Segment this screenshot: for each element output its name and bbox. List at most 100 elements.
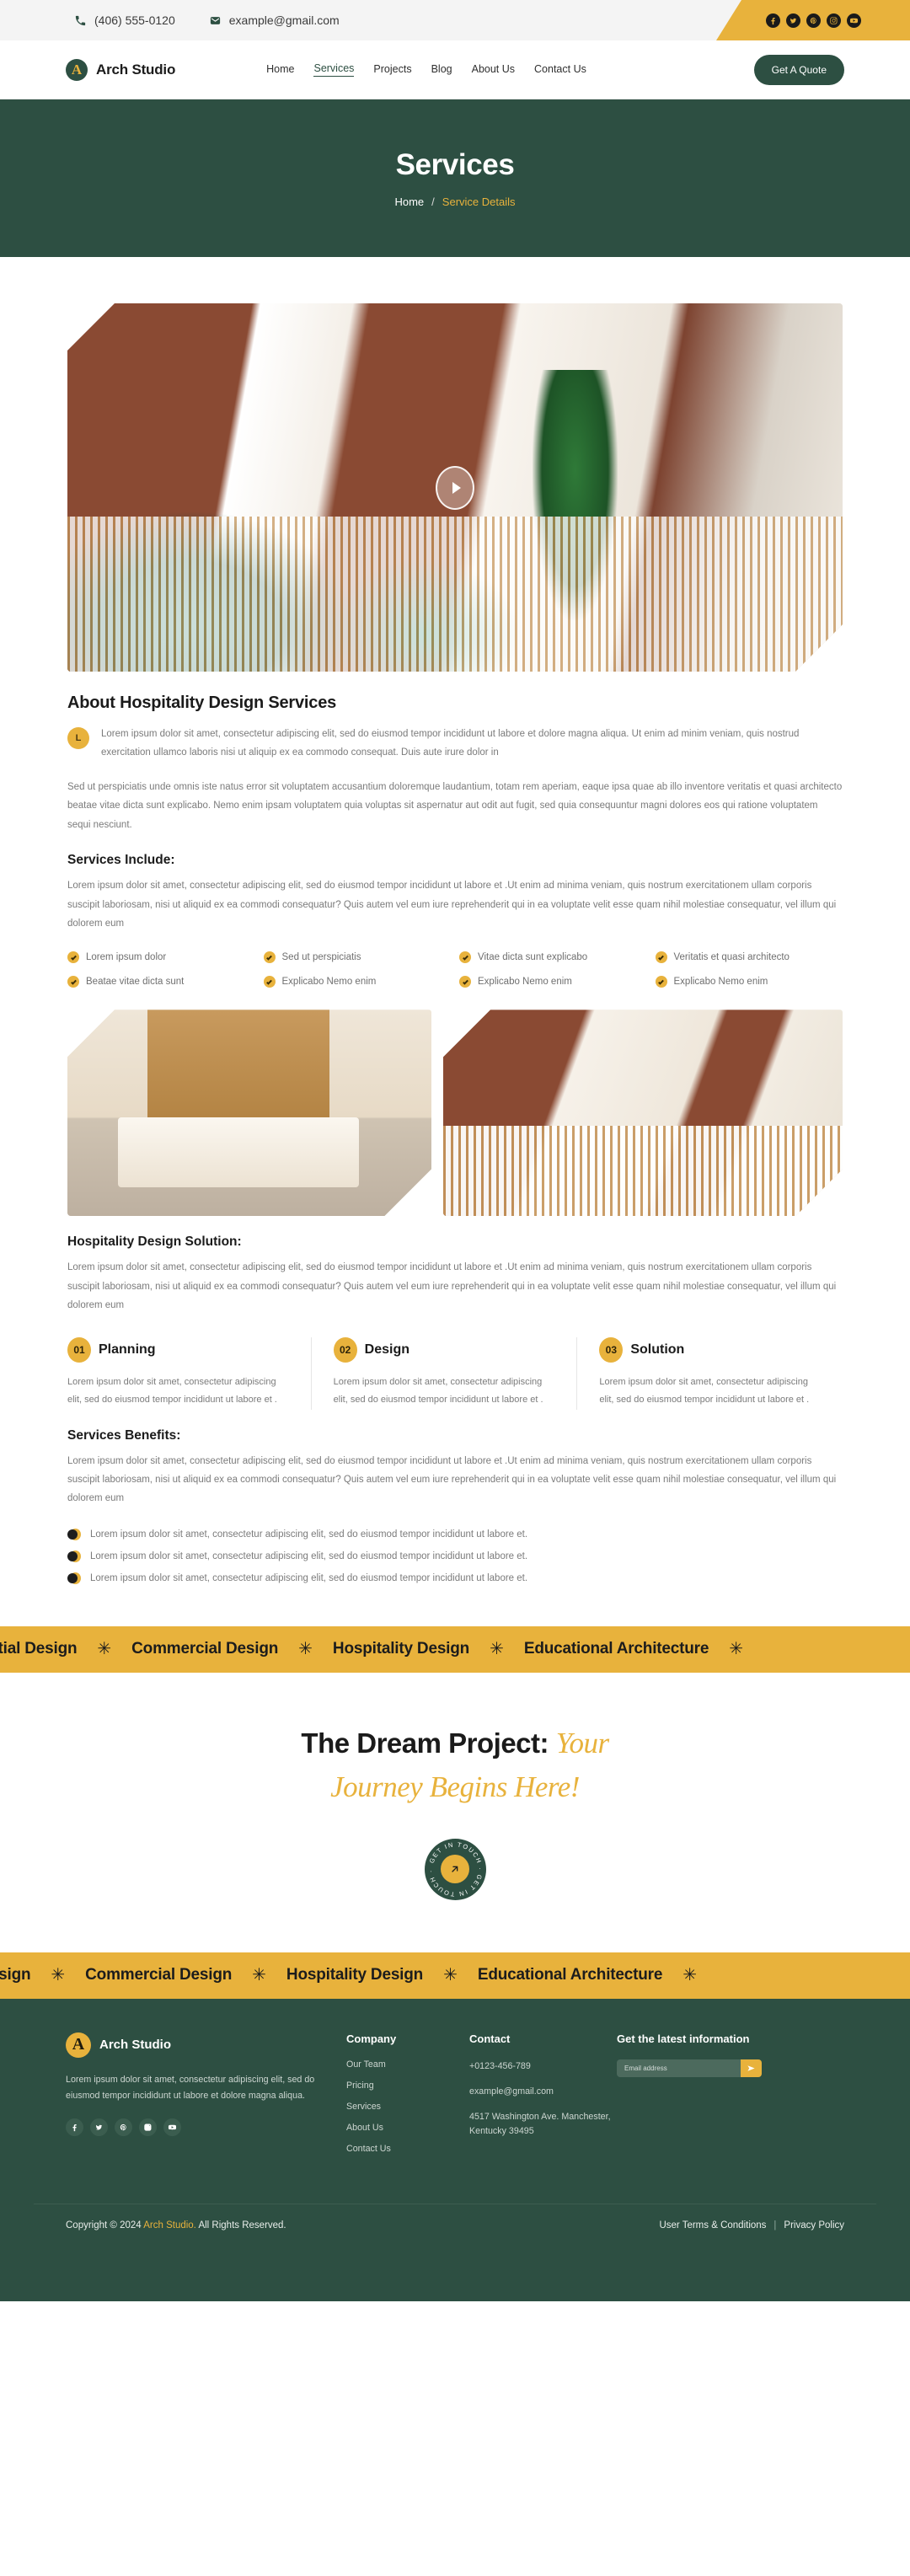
- footer-newsletter-column: Get the latest information: [617, 2032, 844, 2165]
- topbar-phone[interactable]: (406) 555-0120: [74, 13, 175, 27]
- newsletter-email-input[interactable]: [617, 2059, 741, 2077]
- check-icon: [655, 976, 667, 988]
- check-icon: [655, 951, 667, 964]
- check-item: Veritatis et quasi architecto: [655, 951, 843, 964]
- cta-title-accent-2: Journey Begins Here!: [330, 1770, 580, 1804]
- nav-item-home[interactable]: Home: [266, 63, 294, 77]
- check-item: Sed ut perspiciatis: [263, 951, 452, 964]
- benefit-label: Lorem ipsum dolor sit amet, consectetur …: [90, 1572, 528, 1583]
- solution-steps: 01 Planning Lorem ipsum dolor sit amet, …: [67, 1336, 843, 1410]
- step-header: 01 Planning: [67, 1336, 289, 1363]
- phone-icon: [74, 14, 87, 27]
- step-number-badge: 01: [67, 1336, 91, 1363]
- footer-link-contact-us[interactable]: Contact Us: [346, 2144, 446, 2154]
- footer-bottom-spacer: [0, 2250, 910, 2301]
- plant-decoration: [533, 370, 618, 620]
- footer-brand[interactable]: A Arch Studio: [66, 2032, 323, 2058]
- nav-item-blog[interactable]: Blog: [431, 63, 452, 77]
- marquee-item: Hospitality Design: [332, 1640, 470, 1658]
- copyright-pre: Copyright © 2024: [66, 2220, 144, 2231]
- check-label: Explicabo Nemo enim: [478, 977, 572, 988]
- star-icon: ✳: [51, 1966, 66, 1985]
- footer-phone[interactable]: +0123-456-789: [469, 2059, 617, 2074]
- nav-item-services[interactable]: Services: [313, 62, 355, 77]
- legal-links: User Terms & Conditions | Privacy Policy: [659, 2220, 844, 2231]
- footer-address: 4517 Washington Ave. Manchester, Kentuck…: [469, 2112, 611, 2137]
- step-planning: 01 Planning Lorem ipsum dolor sit amet, …: [67, 1336, 311, 1410]
- star-icon: ✳: [682, 1966, 697, 1985]
- brand-logo[interactable]: A Arch Studio: [66, 58, 176, 81]
- check-item: Lorem ipsum dolor: [67, 951, 255, 964]
- step-design: 02 Design Lorem ipsum dolor sit amet, co…: [310, 1336, 577, 1410]
- marquee-track: Residential Design ✳ Commercial Design ✳…: [0, 1640, 743, 1658]
- check-icon: [459, 951, 471, 964]
- marquee-item: Residential Design: [0, 1640, 78, 1658]
- step-text: Lorem ipsum dolor sit amet, consectetur …: [333, 1376, 543, 1406]
- site-footer: A Arch Studio Lorem ipsum dolor sit amet…: [0, 1998, 910, 2301]
- topbar-email[interactable]: example@gmail.com: [209, 13, 340, 27]
- step-title: Solution: [630, 1342, 685, 1357]
- pinterest-icon[interactable]: [115, 2118, 132, 2137]
- reception-photo: [443, 1010, 843, 1216]
- check-label: Lorem ipsum dolor: [86, 952, 167, 963]
- footer-contact-column: Contact +0123-456-789 example@gmail.com …: [469, 2032, 617, 2165]
- check-item: Vitae dicta sunt explicabo: [459, 951, 647, 964]
- logo-mark-icon: A: [66, 58, 88, 81]
- marquee-banner-bottom: Residential Design ✳ Commercial Design ✳…: [0, 1952, 910, 1999]
- youtube-icon[interactable]: [163, 2118, 181, 2137]
- about-paragraph-2: Sed ut perspiciatis unde omnis iste natu…: [67, 781, 843, 830]
- crescent-bullet-icon: [67, 1550, 81, 1562]
- breadcrumb-home[interactable]: Home: [394, 195, 424, 208]
- copyright-text: Copyright © 2024 Arch Studio. All Rights…: [66, 2220, 286, 2231]
- marquee-banner-top: Residential Design ✳ Commercial Design ✳…: [0, 1625, 910, 1673]
- terms-link[interactable]: User Terms & Conditions: [659, 2220, 766, 2231]
- step-number-badge: 02: [333, 1336, 357, 1363]
- footer-link-about-us[interactable]: About Us: [346, 2123, 446, 2133]
- page-title: Services: [395, 148, 515, 181]
- bedroom-photo: [67, 1010, 431, 1216]
- nav-item-about-us[interactable]: About Us: [472, 63, 515, 77]
- crescent-bullet-icon: [67, 1572, 81, 1584]
- footer-link-our-team[interactable]: Our Team: [346, 2059, 446, 2070]
- nav-item-projects[interactable]: Projects: [373, 63, 411, 77]
- topbar-email-text: example@gmail.com: [228, 13, 340, 27]
- bedroom-photo-art: [67, 1010, 431, 1216]
- facebook-icon[interactable]: [66, 2118, 83, 2137]
- play-button[interactable]: [436, 466, 474, 510]
- cta-title-plain: The Dream Project:: [301, 1727, 556, 1759]
- svg-text:GET IN TOUCH · GET IN TOUCH ·: GET IN TOUCH · GET IN TOUCH ·: [426, 1840, 484, 1898]
- check-icon: [67, 951, 79, 964]
- footer-company-column: Company Our Team Pricing Services About …: [346, 2032, 446, 2165]
- cta-title: The Dream Project: Your Journey Begins He…: [0, 1722, 910, 1810]
- footer-link-services[interactable]: Services: [346, 2102, 446, 2112]
- brand-name: Arch Studio: [96, 61, 176, 78]
- nav-item-contact-us[interactable]: Contact Us: [534, 63, 586, 77]
- footer-contact-heading: Contact: [469, 2032, 511, 2045]
- check-item: Beatae vitae dicta sunt: [67, 976, 255, 988]
- footer-link-pricing[interactable]: Pricing: [346, 2081, 446, 2091]
- get-in-touch-badge[interactable]: GET IN TOUCH · GET IN TOUCH ·: [424, 1838, 486, 1900]
- star-icon: ✳: [252, 1966, 266, 1985]
- newsletter-submit-button[interactable]: [741, 2059, 762, 2077]
- crescent-bullet-icon: [67, 1528, 81, 1540]
- newsletter-heading: Get the latest information: [617, 2032, 750, 2045]
- instagram-icon[interactable]: [139, 2118, 157, 2137]
- breadcrumb: Home / Service Details: [394, 195, 515, 208]
- check-label: Beatae vitae dicta sunt: [86, 977, 185, 988]
- step-number-badge: 03: [599, 1336, 624, 1363]
- marquee-item: Commercial Design: [85, 1966, 233, 1984]
- service-video-thumbnail[interactable]: [67, 303, 843, 672]
- solution-paragraph: Lorem ipsum dolor sit amet, consectetur …: [67, 1262, 837, 1311]
- gallery-item-bedroom: [67, 1010, 431, 1216]
- benefit-label: Lorem ipsum dolor sit amet, consectetur …: [90, 1529, 528, 1540]
- cta-section: The Dream Project: Your Journey Begins He…: [0, 1672, 910, 1952]
- check-icon: [459, 976, 471, 988]
- privacy-link[interactable]: Privacy Policy: [784, 2220, 844, 2231]
- get-a-quote-button[interactable]: Get A Quote: [753, 54, 844, 85]
- marquee-item: Educational Architecture: [523, 1640, 709, 1658]
- marquee-item: Educational Architecture: [477, 1966, 663, 1984]
- footer-email[interactable]: example@gmail.com: [469, 2085, 617, 2099]
- twitter-icon[interactable]: [90, 2118, 108, 2137]
- footer-social-list: [66, 2118, 323, 2137]
